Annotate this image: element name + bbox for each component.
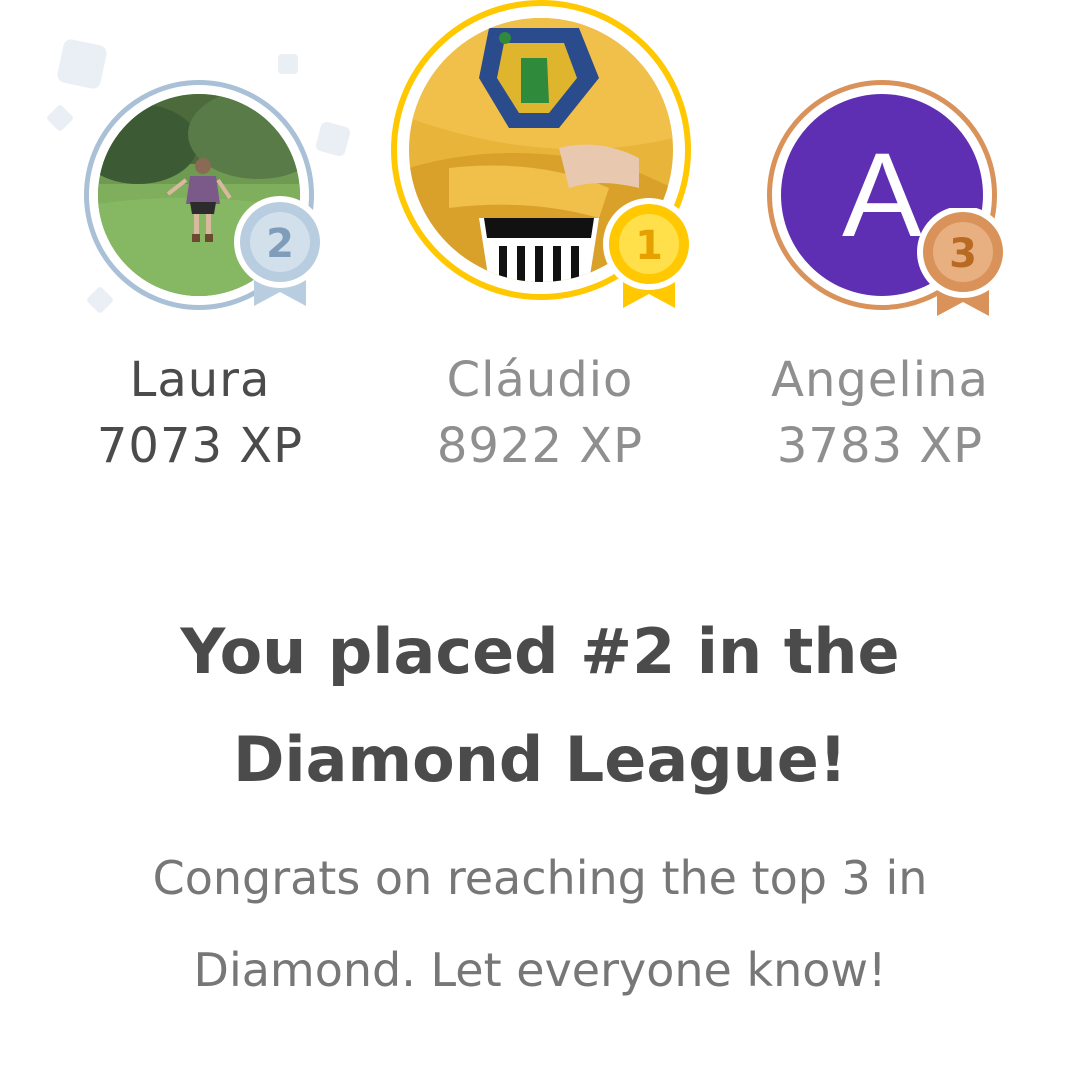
sparkle-decoration — [45, 103, 75, 133]
podium-second-place[interactable]: 2 — [84, 80, 326, 320]
player-name-angelina: Angelina — [771, 352, 989, 408]
first-place-medal-icon: 1 — [601, 196, 697, 312]
player-xp-claudio: 8922 XP — [436, 418, 644, 474]
player-xp-angelina: 3783 XP — [776, 418, 984, 474]
third-place-medal-icon: 3 — [915, 206, 1011, 324]
svg-text:2: 2 — [266, 221, 294, 267]
second-place-medal-icon: 2 — [232, 194, 328, 310]
result-headline: You placed #2 in the Diamond League! — [180, 615, 900, 796]
player-name-claudio: Cláudio — [446, 352, 634, 408]
sparkle-decoration — [278, 54, 298, 74]
result-subtext: Congrats on reaching the top 3 in Diamon… — [152, 851, 928, 997]
podium-third-place[interactable]: A 3 — [767, 80, 1017, 320]
podium-first-place[interactable]: 1 — [391, 0, 701, 310]
svg-text:1: 1 — [635, 223, 663, 269]
player-xp-laura: 7073 XP — [96, 418, 304, 474]
svg-text:3: 3 — [949, 231, 977, 277]
player-name-laura: Laura — [129, 352, 271, 408]
